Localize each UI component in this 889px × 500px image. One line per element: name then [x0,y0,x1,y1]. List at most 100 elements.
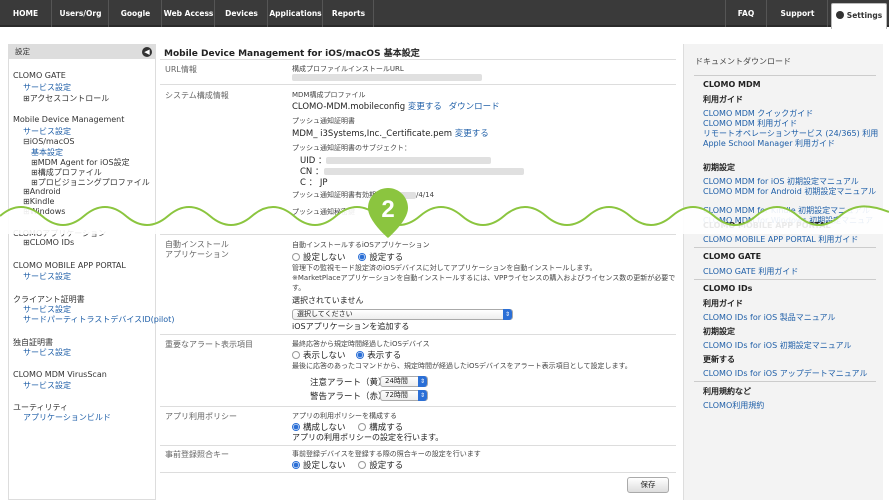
auto-install-label-line2: アプリケーション [165,250,229,259]
radio-off-icon [358,460,367,469]
caution-alert-select[interactable]: 24時間 ⇕ [380,376,428,387]
sidebar-item-gate-service-settings[interactable]: サービス設定 [23,82,71,93]
sidebar-item-android[interactable]: ⊞Android [23,187,61,196]
divider [160,234,676,235]
prereg-not-set-radio[interactable]: 設定しない [292,460,346,471]
alert-show-yes-radio[interactable]: 表示する [356,350,402,361]
auto-install-set-label: 設定する [369,253,404,263]
docs-android-initial-link[interactable]: CLOMO MDM for Android 初期設定マニュアル [703,186,876,197]
sidebar-item-clomo-ids[interactable]: ⊞CLOMO IDs [23,238,74,247]
docs-ids-update-link[interactable]: CLOMO IDs for iOS アップデートマニュアル [703,368,867,379]
nav-settings-tab[interactable]: Settings [831,3,887,29]
nav-support[interactable]: Support [768,0,828,27]
warning-alert-label: 警告アラート（赤） [310,392,387,402]
docs-ids-product-link[interactable]: CLOMO IDs for iOS 製品マニュアル [703,312,835,323]
auto-install-desc-1: 管理下の監視モード設定済のiOSデバイスに対してアプリケーションを自動インストー… [292,264,597,272]
sidebar-item-access-control[interactable]: ⊞アクセスコントロール [23,93,109,104]
auto-install-select-value: 選択してください [297,310,353,318]
mdm-config-download-link[interactable]: ダウンロード [449,102,500,112]
divider [160,445,676,446]
gear-icon [835,11,844,19]
sidebar-heading-virusscan: CLOMO MDM VirusScan [13,370,107,379]
auto-install-not-set-label: 設定しない [303,253,346,263]
wave-cut-overlay [0,205,889,234]
app-policy-label: アプリ利用ポリシー [165,412,237,421]
prereg-not-set-label: 設定しない [303,461,346,471]
docs-usage-guide-heading: 利用ガイド [703,95,743,104]
mdm-profile-caption: MDM構成プロファイル [292,91,366,99]
docs-clomo-mdm-heading: CLOMO MDM [703,80,761,89]
radio-on-icon [358,252,367,261]
sidebar-item-portal-service-settings[interactable]: サービス設定 [23,271,71,282]
auto-install-caption: 自動インストールするiOSアプリケーション [292,241,430,249]
push-cert-filename: MDM_ i3Systems,Inc._Certificate.pem [292,129,453,139]
nav-users-org[interactable]: Users/Org [53,0,109,27]
prereg-key-label: 事前登録照合キー [165,450,229,459]
sidebar-item-thirdparty-trust[interactable]: サードパーティトラストデバイスID(pilot) [23,314,174,325]
sidebar-header: 設定 ◀ [9,45,155,59]
system-config-label: システム構成情報 [165,91,229,100]
nav-faq[interactable]: FAQ [725,0,767,27]
app-policy-desc: アプリの利用ポリシーの設定を行います。 [292,433,444,442]
add-ios-app-link[interactable]: iOSアプリケーションを追加する [292,321,409,332]
alert-radio-group: 表示しない 表示する [292,349,401,361]
prereg-radio-group: 設定しない 設定する [292,459,403,471]
docs-portal-guide-link[interactable]: CLOMO MOBILE APP PORTAL 利用ガイド [703,234,858,245]
docs-terms-link[interactable]: CLOMO利用規約 [703,400,764,411]
mdm-config-change-link[interactable]: 変更する [408,102,442,112]
mdm-config-filename: CLOMO-MDM.mobileconfig [292,102,406,112]
docs-ids-initial-link[interactable]: CLOMO IDs for iOS 初期設定マニュアル [703,340,851,351]
step-marker-number: 2 [381,196,394,223]
divider [160,334,676,335]
auto-install-set-radio[interactable]: 設定する [358,252,404,263]
app-policy-caption: アプリの利用ポリシーを構成する [292,412,397,420]
divider [160,84,676,85]
radio-off-icon [358,422,367,431]
settings-sidebar: 設定 ◀ CLOMO GATE サービス設定 ⊞アクセスコントロール Mobil… [8,44,174,500]
prereg-set-radio[interactable]: 設定する [358,460,404,471]
warning-alert-select[interactable]: 72時間 ⇕ [380,390,428,401]
auto-install-not-set-radio[interactable]: 設定しない [292,252,346,263]
alert-show-no-radio[interactable]: 表示しない [292,350,346,361]
select-arrows-icon: ⇕ [418,390,427,401]
nav-web-access[interactable]: Web Access [163,0,215,27]
sidebar-item-app-build[interactable]: アプリケーションビルド [23,412,111,423]
docs-initial-settings-heading: 初期設定 [703,163,735,172]
docs-ids-usage-heading: 利用ガイド [703,299,743,308]
auto-install-not-selected: 選択されていません [292,296,364,305]
subject-cn-row: CN ： [300,165,524,177]
docs-ids-initial-heading: 初期設定 [703,327,735,336]
alert-desc: 最後に応答のあったコマンドから、規定時間が経過したiOSデバイスをアラート表示項… [292,362,632,370]
sidebar-item-own-cert-service-settings[interactable]: サービス設定 [23,347,71,358]
sidebar-heading-mdm: Mobile Device Management [13,115,125,124]
sidebar-heading-portal: CLOMO MOBILE APP PORTAL [13,261,126,270]
caution-alert-value: 24時間 [385,377,408,385]
alert-caption: 最終応答から規定時間経過したiOSデバイス [292,340,430,348]
nav-devices[interactable]: Devices [216,0,268,27]
auto-install-app-select[interactable]: 選択してください ⇕ [292,309,513,320]
radio-on-icon [292,460,300,469]
radio-off-icon [292,252,300,261]
alert-show-yes-label: 表示する [367,351,402,361]
prereg-set-label: 設定する [369,461,404,471]
main-content: Mobile Device Management for iOS/macOS 基… [160,44,676,500]
divider [694,75,876,76]
url-info-label: URL情報 [165,65,197,74]
docs-asm-guide-link[interactable]: Apple School Manager 利用ガイド [703,138,835,149]
push-cert-caption: プッシュ通知証明書 [292,117,355,125]
nav-google-apps[interactable]: Google Apps [110,0,162,45]
docs-gate-guide-link[interactable]: CLOMO GATE 利用ガイド [703,266,798,277]
docs-terms-heading: 利用規約など [703,387,751,396]
sidebar-item-ios-macos[interactable]: ⊟iOS/macOS [23,137,74,146]
divider [160,406,676,407]
page-title: Mobile Device Management for iOS/macOS 基… [164,49,420,59]
sidebar-item-virusscan-service-settings[interactable]: サービス設定 [23,380,71,391]
sidebar-item-mdm-service-settings[interactable]: サービス設定 [23,126,71,137]
collapse-icon[interactable]: ◀ [142,47,152,57]
push-cert-change-link[interactable]: 変更する [455,129,489,139]
nav-applications[interactable]: Applications [269,0,323,27]
nav-reports[interactable]: Reports [324,0,374,27]
subject-c-label: C ： JP [300,178,328,188]
save-button[interactable]: 保存 [627,477,669,493]
nav-home[interactable]: HOME [0,0,52,27]
